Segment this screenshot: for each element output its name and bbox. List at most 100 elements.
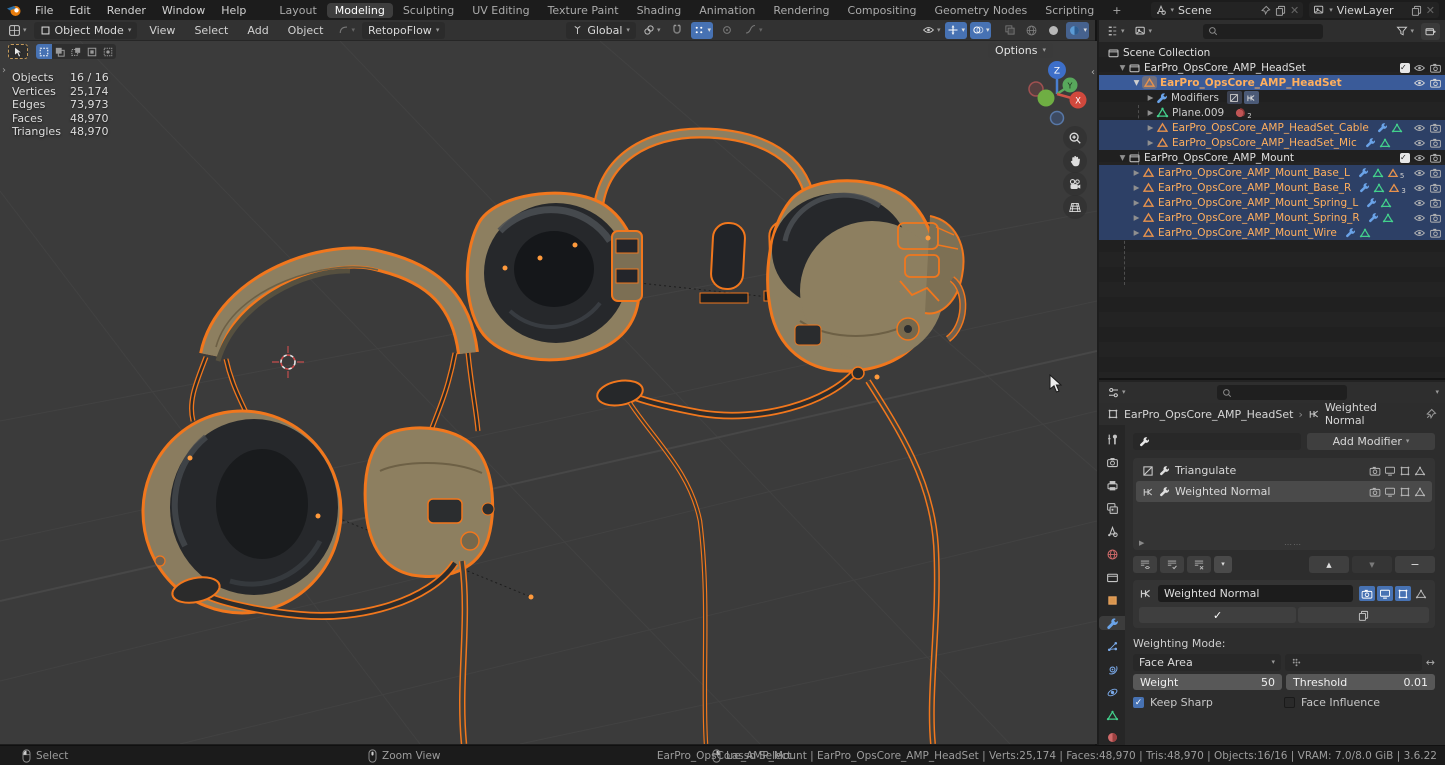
pin-icon[interactable] (1260, 5, 1271, 16)
tab-uv-editing[interactable]: UV Editing (464, 3, 537, 18)
disable-render-camera-icon[interactable] (1429, 122, 1442, 134)
hide-eye-icon[interactable] (1413, 212, 1426, 224)
tab-physics[interactable] (1099, 662, 1125, 676)
tab-particles[interactable] (1099, 639, 1125, 653)
tab-collection[interactable] (1099, 571, 1125, 585)
camera-view-button[interactable] (1063, 172, 1087, 196)
tab-rendering[interactable]: Rendering (765, 3, 837, 18)
tab-scene[interactable] (1099, 525, 1125, 539)
menu-file[interactable]: File (28, 3, 60, 18)
disable-render-camera-icon[interactable] (1429, 167, 1442, 179)
breadcrumb-object[interactable]: EarPro_OpsCore_AMP_HeadSet (1124, 408, 1293, 421)
outliner-row-mount-wire[interactable]: ▶ EarPro_OpsCore_AMP_Mount_Wire (1099, 225, 1445, 240)
hide-eye-icon[interactable] (1413, 227, 1426, 239)
vertex-group-field[interactable] (1285, 654, 1422, 671)
outliner-row-mount-base-r[interactable]: ▶ EarPro_OpsCore_AMP_Mount_Base_R 3 (1099, 180, 1445, 195)
tab-texture-paint[interactable]: Texture Paint (540, 3, 627, 18)
hide-eye-icon[interactable] (1413, 137, 1426, 149)
weighting-mode-dropdown[interactable]: Face Area ▾ (1133, 654, 1281, 671)
tab-world[interactable] (1099, 548, 1125, 562)
weight-slider[interactable]: Weight 50 (1133, 674, 1282, 690)
disable-render-camera-icon[interactable] (1429, 197, 1442, 209)
hide-eye-icon[interactable] (1413, 122, 1426, 134)
tab-layout[interactable]: Layout (271, 3, 324, 18)
retopoflow-dropdown[interactable]: RetopoFlow ▾ (362, 22, 445, 39)
blender-logo-icon[interactable] (6, 4, 22, 17)
tab-output[interactable] (1099, 479, 1125, 493)
menu-object[interactable]: Object (281, 23, 331, 38)
perspective-toggle-button[interactable] (1063, 195, 1087, 219)
outliner-row-headset-cable[interactable]: ▶ EarPro_OpsCore_AMP_HeadSet_Cable (1099, 120, 1445, 135)
properties-search-input[interactable] (1217, 385, 1347, 400)
toolbar-expand-arrow[interactable]: › (2, 65, 6, 76)
breadcrumb-modifier[interactable]: Weighted Normal (1325, 401, 1420, 427)
tab-render[interactable] (1099, 456, 1125, 470)
threshold-slider[interactable]: Threshold 0.01 (1286, 674, 1435, 690)
viewport-toggle-icon[interactable] (1384, 486, 1396, 498)
apply-modifier-button[interactable]: ✓ (1139, 607, 1296, 623)
tab-shading[interactable]: Shading (629, 3, 690, 18)
outliner-row-headset-object-active[interactable]: ▼ EarPro_OpsCore_AMP_HeadSet (1099, 75, 1445, 90)
list-resize-grip[interactable]: ⋯⋯ (1284, 540, 1302, 549)
outliner-search-input[interactable] (1203, 24, 1323, 39)
move-modifier-up-button[interactable]: ▲ (1309, 556, 1349, 573)
disable-render-camera-icon[interactable] (1429, 137, 1442, 149)
modifier-slot-weighted-normal[interactable] (1244, 91, 1259, 104)
outliner-filter-button[interactable]: ▾ (1394, 23, 1416, 40)
tab-object-data[interactable] (1099, 708, 1125, 722)
tab-compositing[interactable]: Compositing (840, 3, 925, 18)
outliner-row-scene-collection[interactable]: Scene Collection (1099, 45, 1445, 60)
add-workspace-button[interactable]: + (1104, 3, 1129, 18)
tab-modeling[interactable]: Modeling (327, 3, 393, 18)
sidebar-collapse-arrow[interactable]: ‹ (1091, 67, 1095, 78)
hide-eye-icon[interactable] (1413, 152, 1426, 164)
invert-vgroup-icon[interactable]: ↔ (1426, 656, 1435, 669)
modifier-search-field[interactable] (1133, 433, 1301, 450)
cage-toggle-icon[interactable] (1414, 486, 1426, 498)
outliner-row-mount-spring-r[interactable]: ▶ EarPro_OpsCore_AMP_Mount_Spring_R (1099, 210, 1445, 225)
select-mode-intersect[interactable] (100, 44, 116, 59)
disable-render-camera-icon[interactable] (1429, 212, 1442, 224)
menu-edit[interactable]: Edit (62, 3, 97, 18)
disable-render-camera-icon[interactable] (1429, 77, 1442, 89)
menu-select[interactable]: Select (187, 23, 235, 38)
render-toggle[interactable] (1359, 586, 1375, 601)
snap-target-button[interactable]: ▾ (691, 22, 713, 39)
navigation-gizmo[interactable]: Z Y X (1025, 57, 1089, 129)
modifier-row-triangulate[interactable]: Triangulate (1136, 460, 1432, 481)
collection-checkbox[interactable]: ✓ (1400, 153, 1410, 163)
tab-scripting[interactable]: Scripting (1037, 3, 1102, 18)
tab-object[interactable] (1099, 593, 1125, 607)
add-modifier-button[interactable]: Add Modifier ▾ (1307, 433, 1435, 450)
move-modifier-down-button[interactable]: ▼ (1352, 556, 1392, 573)
pan-view-button[interactable] (1063, 149, 1087, 173)
tab-geometry-nodes[interactable]: Geometry Nodes (926, 3, 1035, 18)
snap-magnet-button[interactable] (667, 22, 686, 39)
pivot-point-button[interactable]: ▾ (641, 22, 663, 39)
outliner-row-mount-base-l[interactable]: ▶ EarPro_OpsCore_AMP_Mount_Base_L 5 (1099, 165, 1445, 180)
editor-type-button[interactable]: ▾ (6, 22, 29, 39)
duplicate-modifier-button[interactable] (1298, 607, 1429, 623)
fallback-tool-button[interactable]: ▾ (336, 22, 358, 39)
shading-material-button[interactable]: ▾ (1066, 22, 1089, 39)
tab-material[interactable] (1099, 731, 1125, 745)
hide-eye-icon[interactable] (1413, 167, 1426, 179)
list-filter-dropdown[interactable]: ▾ (1214, 556, 1232, 573)
outliner-display-mode-button[interactable]: ▾ (1132, 23, 1155, 40)
outliner-row-headset-collection[interactable]: ▼ EarPro_OpsCore_AMP_HeadSet ✓ (1099, 60, 1445, 75)
editmode-toggle[interactable] (1395, 586, 1411, 601)
viewport-3d-scene[interactable] (0, 41, 1097, 744)
render-toggle-icon[interactable] (1369, 486, 1381, 498)
modifier-name-input[interactable]: Weighted Normal (1158, 585, 1353, 602)
properties-options-caret[interactable]: ▾ (1435, 389, 1439, 396)
remove-modifier-button[interactable]: − (1395, 556, 1435, 573)
tab-modifiers[interactable] (1099, 616, 1125, 630)
mode-dropdown[interactable]: Object Mode ▾ (34, 22, 138, 39)
list-filter-enabled-button[interactable] (1160, 556, 1184, 573)
hide-eye-icon[interactable] (1413, 182, 1426, 194)
cage-toggle-icon[interactable] (1414, 465, 1426, 477)
outliner-row-plane009[interactable]: ▶ Plane.009 2 (1099, 105, 1445, 120)
properties-editor-type-button[interactable]: ▾ (1105, 384, 1128, 401)
hide-eye-icon[interactable] (1413, 62, 1426, 74)
tab-sculpting[interactable]: Sculpting (395, 3, 462, 18)
